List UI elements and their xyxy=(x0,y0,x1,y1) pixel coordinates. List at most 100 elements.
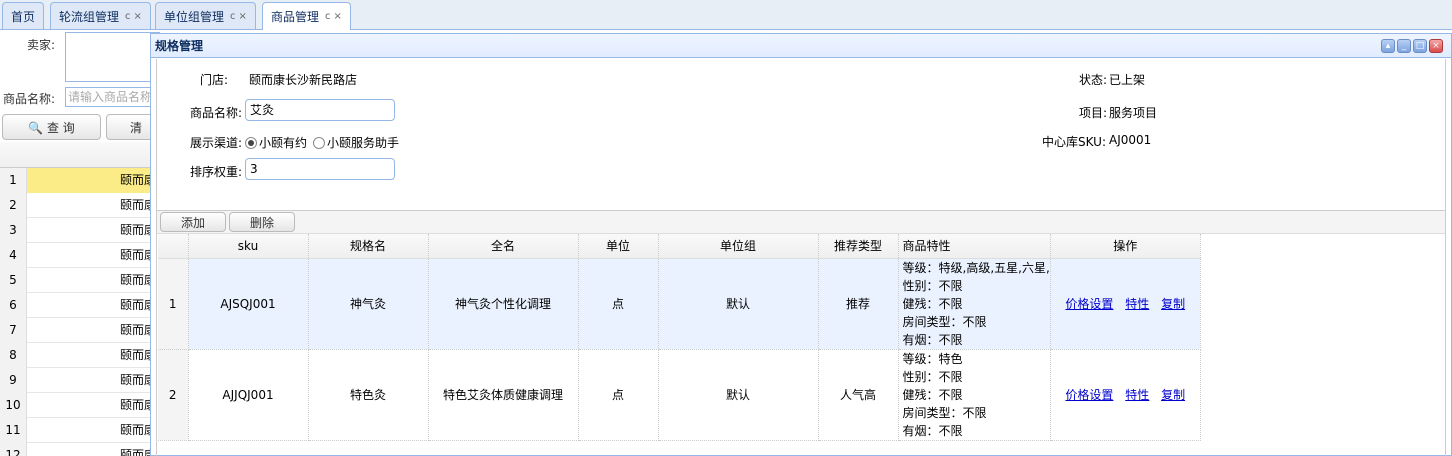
feature-line: 等级：特色 xyxy=(902,351,963,366)
table-row[interactable]: 1 AJSQJ001 神气灸 神气灸个性化调理 点 默认 推荐 等级：特级,高级… xyxy=(158,258,1201,350)
unit-group-cell: 默认 xyxy=(658,349,819,441)
radio-checked-icon[interactable] xyxy=(245,137,257,149)
feature-line: 性别：不限 xyxy=(902,369,963,384)
features-cell: 等级：特级,高级,五星,六星, 性别：不限 健残：不限 房间类型：不限 有烟：不… xyxy=(898,258,1051,350)
product-name-search-input[interactable]: 请输入商品名称 xyxy=(65,87,160,107)
price-setting-link[interactable]: 价格设置 xyxy=(1065,388,1113,402)
maximize-icon[interactable]: □ xyxy=(1413,39,1427,53)
table-row[interactable]: 9 颐而康 xyxy=(0,368,160,393)
tab-label: 轮流组管理 xyxy=(59,9,120,24)
feature-line: 健残：不限 xyxy=(902,387,963,402)
copy-link[interactable]: 复制 xyxy=(1161,388,1185,402)
column-header[interactable]: 单位组 xyxy=(658,234,819,259)
refresh-icon[interactable]: c xyxy=(325,11,331,22)
column-header[interactable]: 商品特性 xyxy=(898,234,1051,259)
row-number: 3 xyxy=(0,218,27,243)
table-row[interactable]: 1 颐而康 xyxy=(0,168,160,193)
close-icon[interactable]: × xyxy=(239,11,247,22)
table-row[interactable]: 10 颐而康 xyxy=(0,393,160,418)
row-number: 7 xyxy=(0,318,27,343)
column-header[interactable]: 单位 xyxy=(578,234,659,259)
seller-cell: 颐而康 xyxy=(27,168,160,193)
table-row[interactable]: 2 颐而康 xyxy=(0,193,160,218)
delete-button[interactable]: 删除 xyxy=(229,212,295,232)
column-header[interactable]: 规格名 xyxy=(308,234,429,259)
feature-line: 健残：不限 xyxy=(902,296,963,311)
row-number: 9 xyxy=(0,368,27,393)
row-number: 1 xyxy=(158,258,189,350)
feature-link[interactable]: 特性 xyxy=(1125,297,1149,311)
close-icon[interactable]: × xyxy=(134,11,142,22)
channel-option-assistant[interactable]: 小颐服务助手 xyxy=(313,134,399,151)
minimize-icon[interactable]: _ xyxy=(1397,39,1411,53)
spec-table: sku 规格名 全名 单位 单位组 推荐类型 商品特性 操作 1 AJSQJ00… xyxy=(158,234,1201,441)
dialog-tools: ▴ _ □ × xyxy=(1381,39,1443,53)
store-label: 门店: xyxy=(200,73,229,87)
tab-home[interactable]: 首页 xyxy=(2,2,45,29)
tab-unit-group[interactable]: 单位组管理 c × xyxy=(155,2,256,29)
row-number: 5 xyxy=(0,268,27,293)
tab-rotation-group[interactable]: 轮流组管理 c × xyxy=(50,2,151,29)
sku-value: AJ0001 xyxy=(1109,133,1152,147)
seller-cell: 颐而康 xyxy=(119,198,156,212)
column-header[interactable]: 全名 xyxy=(428,234,579,259)
query-button[interactable]: 🔍 查 询 xyxy=(2,114,101,140)
grid-toolbar: 添加 删除 xyxy=(157,211,1445,234)
row-number: 8 xyxy=(0,343,27,368)
spec-grid: 添加 删除 sku 规格名 全名 单位 单位组 推荐类型 商品特性 操作 1 A… xyxy=(156,210,1446,456)
unit-group-cell: 默认 xyxy=(658,258,819,350)
column-header[interactable]: 推荐类型 xyxy=(818,234,899,259)
product-name-label: 商品名称: xyxy=(190,106,243,120)
feature-line: 等级：特级,高级,五星,六星, xyxy=(902,260,1050,275)
column-header[interactable]: sku xyxy=(188,234,309,259)
seller-cell: 颐而康 xyxy=(119,423,156,437)
spec-name-cell: 神气灸 xyxy=(308,258,429,350)
seller-cell: 颐而康 xyxy=(119,373,156,387)
table-row[interactable]: 8 颐而康 xyxy=(0,343,160,368)
ops-cell: 价格设置 特性 复制 xyxy=(1050,258,1201,350)
row-number: 2 xyxy=(158,349,189,441)
seller-label: 卖家: xyxy=(27,38,56,52)
channel-option-xiaoyi[interactable]: 小颐有约 xyxy=(245,134,307,151)
add-button[interactable]: 添加 xyxy=(160,212,226,232)
spec-name-cell: 特色灸 xyxy=(308,349,429,441)
sort-weight-input[interactable]: 3 xyxy=(245,158,395,180)
seller-cell: 颐而康 xyxy=(119,323,156,337)
column-header[interactable]: 操作 xyxy=(1050,234,1201,259)
table-row[interactable]: 3 颐而康 xyxy=(0,218,160,243)
refresh-icon[interactable]: c xyxy=(125,11,131,22)
row-number: 11 xyxy=(0,418,27,443)
table-row[interactable]: 11 颐而康 xyxy=(0,418,160,443)
row-number: 4 xyxy=(0,243,27,268)
refresh-icon[interactable]: c xyxy=(230,11,236,22)
close-icon[interactable]: × xyxy=(334,11,342,22)
features-cell: 等级：特色 性别：不限 健残：不限 房间类型：不限 有烟：不限 xyxy=(898,349,1051,441)
table-row[interactable]: 4 颐而康 xyxy=(0,243,160,268)
seller-cell: 颐而康 xyxy=(119,398,156,412)
table-row[interactable]: 2 AJJQJ001 特色灸 特色艾灸体质健康调理 点 默认 人气高 等级：特色… xyxy=(158,349,1201,441)
fullname-cell: 神气灸个性化调理 xyxy=(428,258,579,350)
collapse-icon[interactable]: ▴ xyxy=(1381,39,1395,53)
store-value: 颐而康长沙新民路店 xyxy=(249,73,358,87)
fullname-cell: 特色艾灸体质健康调理 xyxy=(428,349,579,441)
unit-cell: 点 xyxy=(578,349,659,441)
radio-unchecked-icon[interactable] xyxy=(313,137,325,149)
table-row[interactable]: 7 颐而康 xyxy=(0,318,160,343)
price-setting-link[interactable]: 价格设置 xyxy=(1065,297,1113,311)
tab-label: 单位组管理 xyxy=(164,9,225,24)
product-name-label: 商品名称: xyxy=(3,92,56,106)
sort-label: 排序权重: xyxy=(190,165,243,179)
feature-link[interactable]: 特性 xyxy=(1125,388,1149,402)
table-row[interactable]: 5 颐而康 xyxy=(0,268,160,293)
feature-line: 有烟：不限 xyxy=(902,332,963,347)
feature-line: 房间类型：不限 xyxy=(902,405,987,420)
table-row[interactable]: 12 颐而康 xyxy=(0,443,160,456)
seller-cell: 颐而康 xyxy=(119,223,156,237)
tab-product-management[interactable]: 商品管理 c × xyxy=(262,2,351,30)
close-icon[interactable]: × xyxy=(1429,39,1443,53)
product-name-input[interactable]: 艾灸 xyxy=(245,99,395,121)
status-value: 已上架 xyxy=(1109,73,1146,87)
seller-input[interactable] xyxy=(65,32,160,82)
table-row[interactable]: 6 颐而康 xyxy=(0,293,160,318)
copy-link[interactable]: 复制 xyxy=(1161,297,1185,311)
